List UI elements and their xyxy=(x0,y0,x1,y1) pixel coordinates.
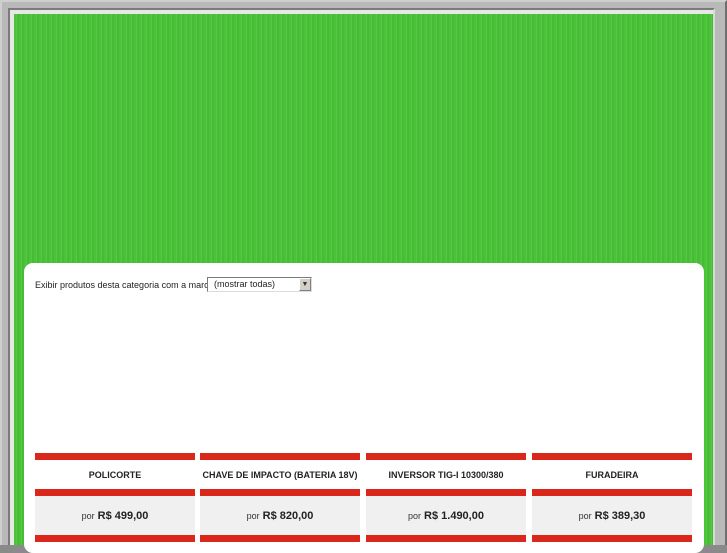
price-value: R$ 389,30 xyxy=(594,509,646,522)
price-prefix: por xyxy=(578,510,592,521)
product-name[interactable]: FURADEIRA xyxy=(532,460,692,489)
card-middle-bar xyxy=(532,489,692,496)
card-bottom-bar xyxy=(532,535,692,542)
card-bottom-bar xyxy=(35,535,195,542)
price-prefix: por xyxy=(246,510,260,521)
product-price: por R$ 389,30 xyxy=(532,496,692,535)
card-top-bar xyxy=(35,453,195,460)
card-top-bar xyxy=(532,453,692,460)
price-prefix: por xyxy=(81,510,95,521)
product-name[interactable]: CHAVE DE IMPACTO (BATERIA 18V) xyxy=(200,460,360,489)
card-middle-bar xyxy=(35,489,195,496)
card-bottom-bar xyxy=(200,535,360,542)
card-middle-bar xyxy=(366,489,526,496)
card-bottom-bar xyxy=(366,535,526,542)
brand-select[interactable]: (mostrar todas) ▼ xyxy=(207,277,312,292)
card-top-bar xyxy=(200,453,360,460)
price-prefix: por xyxy=(408,510,422,521)
product-card[interactable]: FURADEIRA por R$ 389,30 xyxy=(532,453,692,542)
brand-filter: Exibir produtos desta categoria com a ma… xyxy=(35,278,216,292)
product-price: por R$ 1.490,00 xyxy=(366,496,526,535)
product-card[interactable]: CHAVE DE IMPACTO (BATERIA 18V) por R$ 82… xyxy=(200,453,360,542)
product-name[interactable]: POLICORTE xyxy=(35,460,195,489)
price-value: R$ 820,00 xyxy=(262,509,314,522)
product-price: por R$ 820,00 xyxy=(200,496,360,535)
product-price: por R$ 499,00 xyxy=(35,496,195,535)
brand-select-value: (mostrar todas) xyxy=(214,279,276,289)
card-top-bar xyxy=(366,453,526,460)
product-card[interactable]: POLICORTE por R$ 499,00 xyxy=(35,453,195,542)
price-value: R$ 1.490,00 xyxy=(424,509,484,522)
product-card[interactable]: INVERSOR TIG-I 10300/380 por R$ 1.490,00 xyxy=(366,453,526,542)
chevron-down-icon[interactable]: ▼ xyxy=(299,278,311,291)
price-value: R$ 499,00 xyxy=(97,509,149,522)
brand-filter-label: Exibir produtos desta categoria com a ma… xyxy=(35,280,217,290)
card-middle-bar xyxy=(200,489,360,496)
product-name[interactable]: INVERSOR TIG-I 10300/380 xyxy=(366,460,526,489)
